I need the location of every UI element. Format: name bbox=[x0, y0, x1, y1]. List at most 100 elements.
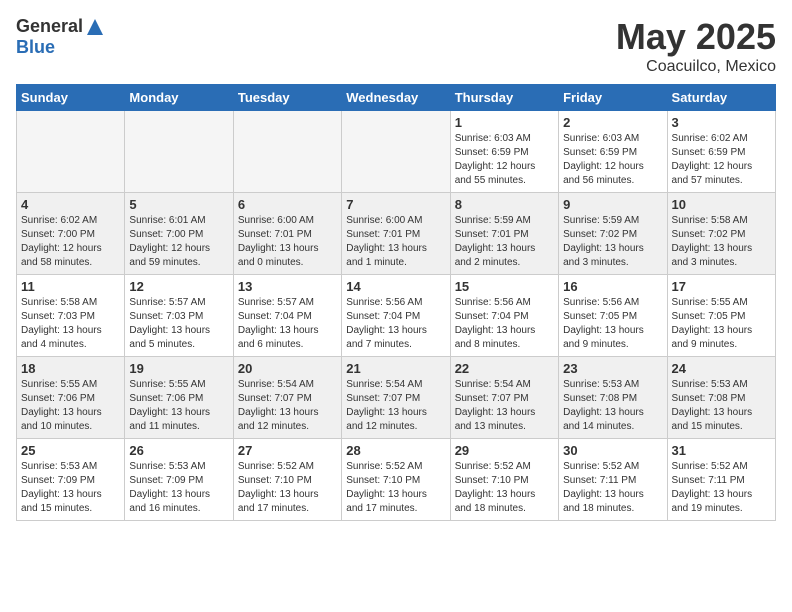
calendar-day-cell: 3 Sunrise: 6:02 AM Sunset: 6:59 PM Daylig… bbox=[667, 111, 775, 193]
calendar-day-cell: 23 Sunrise: 5:53 AM Sunset: 7:08 PM Dayli… bbox=[559, 357, 667, 439]
day-info: Sunrise: 5:55 AM Sunset: 7:06 PM Dayligh… bbox=[129, 378, 228, 434]
day-info: Sunrise: 6:00 AM Sunset: 7:01 PM Dayligh… bbox=[238, 214, 337, 270]
calendar-week-row: 25 Sunrise: 5:53 AM Sunset: 7:09 PM Dayli… bbox=[17, 439, 776, 521]
day-number: 17 bbox=[672, 279, 771, 294]
calendar-day-cell: 6 Sunrise: 6:00 AM Sunset: 7:01 PM Daylig… bbox=[233, 193, 341, 275]
day-number: 4 bbox=[21, 197, 120, 212]
calendar-day-cell: 17 Sunrise: 5:55 AM Sunset: 7:05 PM Dayli… bbox=[667, 275, 775, 357]
day-number: 19 bbox=[129, 361, 228, 376]
day-number: 23 bbox=[563, 361, 662, 376]
day-info: Sunrise: 5:52 AM Sunset: 7:10 PM Dayligh… bbox=[455, 460, 554, 516]
day-number: 31 bbox=[672, 443, 771, 458]
calendar-day-cell: 14Sunrise: 5:56 AM Sunset: 7:04 PM Dayli… bbox=[342, 275, 450, 357]
logo-blue-text: Blue bbox=[16, 37, 55, 58]
day-number: 14 bbox=[346, 279, 445, 294]
day-number: 22 bbox=[455, 361, 554, 376]
day-number: 2 bbox=[563, 115, 662, 130]
day-number: 5 bbox=[129, 197, 228, 212]
calendar-header-tuesday: Tuesday bbox=[233, 85, 341, 111]
calendar-day-cell: 21 Sunrise: 5:54 AM Sunset: 7:07 PM Dayli… bbox=[342, 357, 450, 439]
calendar-day-cell: 20Sunrise: 5:54 AM Sunset: 7:07 PM Dayli… bbox=[233, 357, 341, 439]
day-number: 1 bbox=[455, 115, 554, 130]
day-info: Sunrise: 5:54 AM Sunset: 7:07 PM Dayligh… bbox=[455, 378, 554, 434]
day-info: Sunrise: 5:52 AM Sunset: 7:10 PM Dayligh… bbox=[238, 460, 337, 516]
day-info: Sunrise: 5:59 AM Sunset: 7:02 PM Dayligh… bbox=[563, 214, 662, 270]
calendar-day-cell: 19 Sunrise: 5:55 AM Sunset: 7:06 PM Dayli… bbox=[125, 357, 233, 439]
day-number: 25 bbox=[21, 443, 120, 458]
calendar-header-thursday: Thursday bbox=[450, 85, 558, 111]
day-number: 13 bbox=[238, 279, 337, 294]
calendar-header-friday: Friday bbox=[559, 85, 667, 111]
calendar-week-row: 1 Sunrise: 6:03 AM Sunset: 6:59 PM Daylig… bbox=[17, 111, 776, 193]
day-number: 8 bbox=[455, 197, 554, 212]
day-number: 27 bbox=[238, 443, 337, 458]
calendar-day-cell: 5 Sunrise: 6:01 AM Sunset: 7:00 PM Daylig… bbox=[125, 193, 233, 275]
calendar-day-cell: 1 Sunrise: 6:03 AM Sunset: 6:59 PM Daylig… bbox=[450, 111, 558, 193]
day-info: Sunrise: 5:57 AM Sunset: 7:04 PM Dayligh… bbox=[238, 296, 337, 352]
day-info: Sunrise: 6:02 AM Sunset: 7:00 PM Dayligh… bbox=[21, 214, 120, 270]
day-info: Sunrise: 6:01 AM Sunset: 7:00 PM Dayligh… bbox=[129, 214, 228, 270]
day-info: Sunrise: 5:53 AM Sunset: 7:09 PM Dayligh… bbox=[129, 460, 228, 516]
day-number: 26 bbox=[129, 443, 228, 458]
calendar-day-cell: 2 Sunrise: 6:03 AM Sunset: 6:59 PM Daylig… bbox=[559, 111, 667, 193]
calendar-day-cell bbox=[17, 111, 125, 193]
day-info: Sunrise: 5:59 AM Sunset: 7:01 PM Dayligh… bbox=[455, 214, 554, 270]
calendar-day-cell: 7 Sunrise: 6:00 AM Sunset: 7:01 PM Daylig… bbox=[342, 193, 450, 275]
day-info: Sunrise: 5:55 AM Sunset: 7:06 PM Dayligh… bbox=[21, 378, 120, 434]
day-number: 3 bbox=[672, 115, 771, 130]
day-info: Sunrise: 6:03 AM Sunset: 6:59 PM Dayligh… bbox=[563, 132, 662, 188]
day-info: Sunrise: 6:00 AM Sunset: 7:01 PM Dayligh… bbox=[346, 214, 445, 270]
calendar-table: SundayMondayTuesdayWednesdayThursdayFrid… bbox=[16, 84, 776, 521]
day-number: 9 bbox=[563, 197, 662, 212]
calendar-week-row: 4 Sunrise: 6:02 AM Sunset: 7:00 PM Daylig… bbox=[17, 193, 776, 275]
day-number: 16 bbox=[563, 279, 662, 294]
calendar-day-cell: 25 Sunrise: 5:53 AM Sunset: 7:09 PM Dayli… bbox=[17, 439, 125, 521]
calendar-week-row: 18Sunrise: 5:55 AM Sunset: 7:06 PM Dayli… bbox=[17, 357, 776, 439]
calendar-day-cell: 22 Sunrise: 5:54 AM Sunset: 7:07 PM Dayli… bbox=[450, 357, 558, 439]
calendar-day-cell bbox=[125, 111, 233, 193]
logo-general-text: General bbox=[16, 16, 83, 37]
calendar-day-cell: 12 Sunrise: 5:57 AM Sunset: 7:03 PM Dayli… bbox=[125, 275, 233, 357]
day-info: Sunrise: 5:53 AM Sunset: 7:09 PM Dayligh… bbox=[21, 460, 120, 516]
day-info: Sunrise: 5:52 AM Sunset: 7:11 PM Dayligh… bbox=[563, 460, 662, 516]
calendar-day-cell bbox=[233, 111, 341, 193]
day-info: Sunrise: 5:58 AM Sunset: 7:03 PM Dayligh… bbox=[21, 296, 120, 352]
day-number: 29 bbox=[455, 443, 554, 458]
day-info: Sunrise: 5:57 AM Sunset: 7:03 PM Dayligh… bbox=[129, 296, 228, 352]
location-subtitle: Coacuilco, Mexico bbox=[616, 58, 776, 76]
calendar-day-cell: 31 Sunrise: 5:52 AM Sunset: 7:11 PM Dayli… bbox=[667, 439, 775, 521]
calendar-day-cell: 27 Sunrise: 5:52 AM Sunset: 7:10 PM Dayli… bbox=[233, 439, 341, 521]
calendar-day-cell: 26 Sunrise: 5:53 AM Sunset: 7:09 PM Dayli… bbox=[125, 439, 233, 521]
day-info: Sunrise: 5:55 AM Sunset: 7:05 PM Dayligh… bbox=[672, 296, 771, 352]
day-number: 6 bbox=[238, 197, 337, 212]
day-info: Sunrise: 5:53 AM Sunset: 7:08 PM Dayligh… bbox=[563, 378, 662, 434]
calendar-header-monday: Monday bbox=[125, 85, 233, 111]
calendar-day-cell: 10Sunrise: 5:58 AM Sunset: 7:02 PM Dayli… bbox=[667, 193, 775, 275]
day-number: 28 bbox=[346, 443, 445, 458]
page-header: General Blue May 2025 Coacuilco, Mexico bbox=[16, 16, 776, 76]
day-info: Sunrise: 5:54 AM Sunset: 7:07 PM Dayligh… bbox=[346, 378, 445, 434]
day-info: Sunrise: 6:03 AM Sunset: 6:59 PM Dayligh… bbox=[455, 132, 554, 188]
calendar-day-cell bbox=[342, 111, 450, 193]
calendar-day-cell: 8 Sunrise: 5:59 AM Sunset: 7:01 PM Daylig… bbox=[450, 193, 558, 275]
day-number: 11 bbox=[21, 279, 120, 294]
day-number: 21 bbox=[346, 361, 445, 376]
calendar-day-cell: 13 Sunrise: 5:57 AM Sunset: 7:04 PM Dayli… bbox=[233, 275, 341, 357]
calendar-day-cell: 29 Sunrise: 5:52 AM Sunset: 7:10 PM Dayli… bbox=[450, 439, 558, 521]
day-number: 12 bbox=[129, 279, 228, 294]
calendar-day-cell: 11 Sunrise: 5:58 AM Sunset: 7:03 PM Dayli… bbox=[17, 275, 125, 357]
calendar-day-cell: 15 Sunrise: 5:56 AM Sunset: 7:04 PM Dayli… bbox=[450, 275, 558, 357]
month-title: May 2025 bbox=[616, 16, 776, 58]
calendar-day-cell: 28 Sunrise: 5:52 AM Sunset: 7:10 PM Dayli… bbox=[342, 439, 450, 521]
day-info: Sunrise: 5:56 AM Sunset: 7:04 PM Dayligh… bbox=[455, 296, 554, 352]
day-number: 15 bbox=[455, 279, 554, 294]
day-info: Sunrise: 5:52 AM Sunset: 7:11 PM Dayligh… bbox=[672, 460, 771, 516]
day-number: 20 bbox=[238, 361, 337, 376]
day-info: Sunrise: 5:53 AM Sunset: 7:08 PM Dayligh… bbox=[672, 378, 771, 434]
day-info: Sunrise: 5:52 AM Sunset: 7:10 PM Dayligh… bbox=[346, 460, 445, 516]
calendar-day-cell: 30 Sunrise: 5:52 AM Sunset: 7:11 PM Dayli… bbox=[559, 439, 667, 521]
day-info: Sunrise: 6:02 AM Sunset: 6:59 PM Dayligh… bbox=[672, 132, 771, 188]
day-number: 7 bbox=[346, 197, 445, 212]
calendar-day-cell: 24Sunrise: 5:53 AM Sunset: 7:08 PM Dayli… bbox=[667, 357, 775, 439]
day-number: 30 bbox=[563, 443, 662, 458]
